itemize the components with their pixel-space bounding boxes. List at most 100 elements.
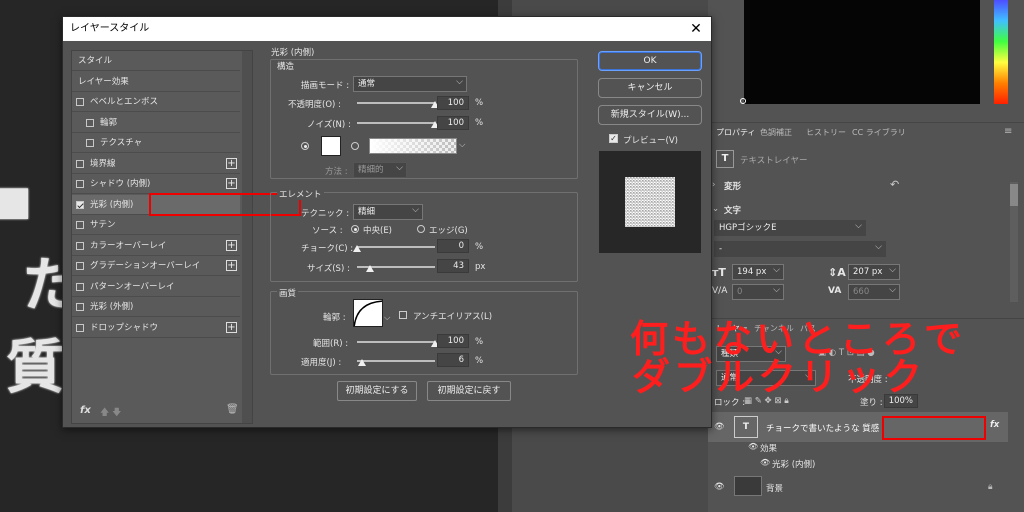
jitter-slider-thumb[interactable] <box>357 359 366 366</box>
make-default-button[interactable]: 初期設定にする <box>337 381 417 401</box>
style-checkbox[interactable] <box>76 180 84 188</box>
style-checkbox[interactable] <box>76 282 84 291</box>
noise-slider[interactable] <box>357 122 435 124</box>
choke-input[interactable]: 0 <box>437 239 469 253</box>
style-item-10[interactable]: カラーオーバーレイ + <box>72 236 240 256</box>
style-item-3[interactable]: ベベルとエンボス <box>72 92 240 112</box>
color-handle-icon[interactable] <box>740 98 746 104</box>
style-item-6[interactable]: 境界線 + <box>72 154 240 174</box>
style-checkbox[interactable] <box>76 200 84 209</box>
preview-label[interactable]: プレビュー(V) <box>623 134 678 146</box>
tab-history[interactable]: ヒストリー <box>800 124 852 142</box>
style-checkbox[interactable] <box>76 241 84 250</box>
style-item-4[interactable]: 輪郭 <box>72 113 240 133</box>
range-slider[interactable] <box>357 341 435 343</box>
style-item-7[interactable]: シャドウ (内側) + <box>72 174 240 194</box>
font-size-select[interactable]: 194 px <box>732 263 784 280</box>
style-item-12[interactable]: パターンオーバーレイ <box>72 277 240 297</box>
reset-transform-icon[interactable]: ↶ <box>890 178 899 191</box>
eye-icon[interactable]: 👁︎ <box>714 422 725 432</box>
fx-icon[interactable]: fx <box>990 420 999 430</box>
blend-mode-select[interactable]: 通常 <box>353 75 467 92</box>
jitter-input[interactable]: 6 <box>437 353 469 367</box>
add-effect-icon[interactable]: + <box>226 239 237 251</box>
eye-icon[interactable]: 👁︎ <box>760 458 770 467</box>
transform-section[interactable]: 変形 <box>724 180 741 192</box>
chevron-down-icon[interactable]: ⌄ <box>712 204 719 214</box>
style-checkbox[interactable] <box>76 323 84 332</box>
style-checkbox[interactable] <box>76 159 84 168</box>
style-checkbox[interactable] <box>76 262 84 270</box>
gradient-radio[interactable] <box>351 142 359 150</box>
style-item-9[interactable]: サテン <box>72 215 240 235</box>
solid-color-radio[interactable] <box>301 142 309 150</box>
style-item-13[interactable]: 光彩 (外側) <box>72 297 240 317</box>
style-item-5[interactable]: テクスチャ <box>72 133 240 153</box>
layer-name[interactable]: チョークで書いたような 質感 <box>766 422 879 434</box>
double-click-target-box[interactable] <box>882 416 986 440</box>
source-edge-label[interactable]: エッジ(G) <box>429 224 468 236</box>
antialias-checkbox[interactable] <box>399 311 407 319</box>
move-arrows-icon[interactable]: 🡅 🡇 <box>100 405 121 421</box>
source-center-radio[interactable] <box>351 225 359 233</box>
hue-slider[interactable] <box>994 0 1008 104</box>
add-effect-icon[interactable]: + <box>226 157 237 169</box>
chevron-right-icon[interactable]: › <box>712 180 715 190</box>
style-item-2[interactable]: レイヤー効果 <box>72 72 240 92</box>
technique-select[interactable]: 精細 <box>353 203 423 220</box>
style-checkbox[interactable] <box>76 303 84 311</box>
add-effect-icon[interactable]: + <box>226 178 237 189</box>
leading-select[interactable]: 207 px <box>848 263 900 280</box>
font-family-select[interactable]: HGPゴシックE <box>714 219 866 236</box>
chevron-down-icon[interactable]: ⌵ <box>459 140 465 150</box>
background-layer-name[interactable]: 背景 <box>766 482 783 494</box>
size-slider-thumb[interactable] <box>366 265 375 272</box>
new-style-button[interactable]: 新規スタイル(W)... <box>598 105 702 125</box>
gradient-swatch[interactable] <box>369 138 457 154</box>
eye-icon[interactable]: 👁︎ <box>714 482 725 492</box>
kerning-select[interactable]: 0 <box>732 283 784 300</box>
opacity-input[interactable]: 100 <box>437 96 469 110</box>
range-input[interactable]: 100 <box>437 334 469 348</box>
reset-default-button[interactable]: 初期設定に戻す <box>427 381 511 401</box>
font-style-select[interactable]: - <box>714 240 886 257</box>
ok-button[interactable]: OK <box>598 51 702 71</box>
style-checkbox[interactable] <box>76 221 84 229</box>
style-item-11[interactable]: グラデーションオーバーレイ + <box>72 256 240 276</box>
style-item-1[interactable]: スタイル <box>72 51 240 71</box>
color-picker-field[interactable] <box>744 0 980 104</box>
tab-cc-libraries[interactable]: CC ライブラリ <box>846 124 912 142</box>
opacity-slider[interactable] <box>357 102 435 104</box>
add-effect-icon[interactable]: + <box>226 260 237 271</box>
style-list-scrollbar[interactable] <box>242 51 252 423</box>
source-edge-radio[interactable] <box>417 225 425 233</box>
inner-glow-effect[interactable]: 光彩 (内側) <box>772 458 815 470</box>
chevron-down-icon[interactable]: ⌵ <box>384 313 390 323</box>
style-checkbox[interactable] <box>86 118 94 127</box>
style-checkbox[interactable] <box>86 139 94 147</box>
source-center-label[interactable]: 中央(E) <box>363 224 392 236</box>
glow-color-swatch[interactable] <box>321 136 341 156</box>
style-item-14[interactable]: ドロップシャドウ + <box>72 318 240 338</box>
character-section[interactable]: 文字 <box>724 204 741 216</box>
choke-slider-thumb[interactable] <box>353 245 361 252</box>
effects-label[interactable]: 効果 <box>760 442 777 454</box>
eye-icon[interactable]: 👁︎ <box>748 442 758 451</box>
fx-icon[interactable]: fx <box>80 405 91 416</box>
choke-slider[interactable] <box>357 246 435 248</box>
style-checkbox[interactable] <box>76 98 84 106</box>
add-effect-icon[interactable]: + <box>226 321 237 333</box>
noise-input[interactable]: 100 <box>437 116 469 130</box>
contour-thumbnail[interactable] <box>353 299 383 327</box>
cancel-button[interactable]: キャンセル <box>598 78 702 98</box>
close-icon[interactable]: ✕ <box>689 22 703 36</box>
jitter-slider[interactable] <box>357 360 435 362</box>
size-input[interactable]: 43 <box>437 259 469 273</box>
trash-icon[interactable]: 🗑︎ <box>226 404 239 415</box>
tab-adjustments[interactable]: 色調補正 <box>754 124 798 142</box>
antialias-label[interactable]: アンチエイリアス(L) <box>413 310 492 322</box>
tracking-select[interactable]: 660 <box>848 283 900 300</box>
scroll-thumb[interactable] <box>1010 184 1018 206</box>
panel-menu-icon[interactable]: ≡ <box>1004 126 1012 137</box>
preview-checkbox[interactable]: ✓ <box>609 134 618 143</box>
